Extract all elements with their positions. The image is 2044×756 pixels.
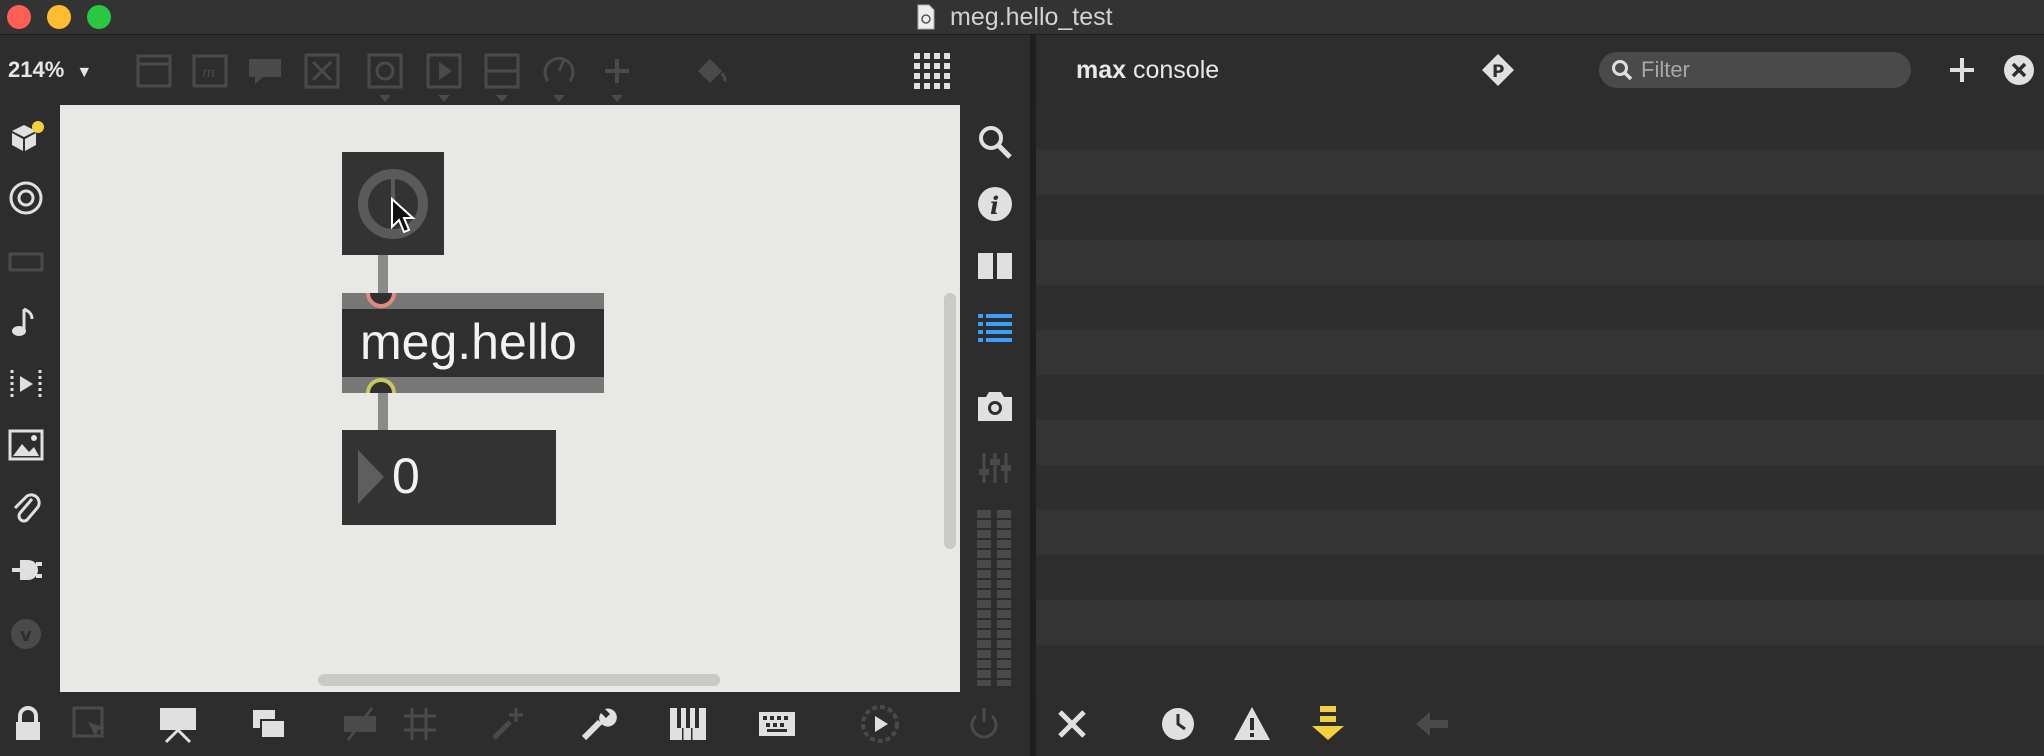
dial-object[interactable] (342, 152, 444, 255)
keyboard-icon[interactable] (757, 704, 797, 744)
number-triangle-icon (358, 450, 384, 504)
grid-icon[interactable] (400, 704, 440, 744)
image-icon[interactable] (8, 427, 44, 463)
vimeo-icon[interactable]: v (8, 616, 44, 652)
outlet-icon[interactable] (366, 377, 396, 393)
left-sidebar: v (0, 105, 60, 692)
inlet-icon[interactable] (366, 293, 396, 309)
layers-icon[interactable] (249, 704, 289, 744)
console-row (1036, 330, 2044, 375)
mixer-icon[interactable] (976, 449, 1014, 487)
console-message-list[interactable] (1036, 105, 2044, 692)
lock-icon[interactable] (8, 704, 48, 744)
button-icon[interactable] (365, 51, 405, 91)
number-value: 0 (392, 448, 420, 504)
paint-bucket-icon[interactable] (690, 51, 730, 91)
presentation-icon[interactable] (158, 704, 198, 744)
console-header: max console P Filter (1036, 35, 2044, 105)
patcher-bottom-toolbar (0, 692, 1030, 756)
package-icon[interactable] (8, 119, 44, 155)
bpatcher-icon[interactable] (134, 51, 174, 91)
clock-icon[interactable] (1158, 704, 1198, 744)
close-icon[interactable] (2002, 53, 2036, 87)
console-row (1036, 150, 2044, 195)
console-bottom-toolbar (1036, 692, 2044, 756)
warning-icon[interactable] (1232, 704, 1272, 744)
scroll-down-icon[interactable] (1308, 704, 1348, 744)
select-icon[interactable] (70, 704, 110, 744)
console-title-bold: max (1076, 56, 1127, 84)
patcher-canvas[interactable]: meg.hello 0 (60, 105, 960, 692)
dial-icon[interactable] (539, 51, 579, 91)
chevron-down-icon[interactable] (611, 95, 623, 102)
wrench-icon[interactable] (578, 704, 618, 744)
zoom-menu[interactable]: 214% ▼ (8, 35, 92, 105)
search-icon[interactable] (976, 123, 1014, 161)
slider-icon[interactable] (482, 51, 522, 91)
toggle-icon[interactable] (302, 51, 342, 91)
info-icon[interactable]: i (976, 185, 1014, 223)
camera-icon[interactable] (976, 387, 1014, 425)
object-box-meg-hello[interactable]: meg.hello (342, 293, 604, 393)
columns-icon[interactable] (976, 247, 1014, 285)
console-title-text: console (1133, 56, 1220, 84)
chevron-down-icon[interactable] (496, 95, 508, 102)
chevron-down-icon[interactable] (438, 95, 450, 102)
chevron-down-icon[interactable] (379, 95, 391, 102)
plus-icon[interactable] (597, 51, 637, 91)
right-palette: i (960, 105, 1030, 692)
svg-text:P: P (1492, 62, 1504, 82)
console-title: max console (1076, 35, 1219, 105)
console-row (1036, 420, 2044, 465)
patcher-toolbar: 214% ▼ m (0, 35, 1030, 105)
comment-icon[interactable] (245, 51, 285, 91)
filter-placeholder: Filter (1641, 57, 1690, 82)
file-icon (917, 4, 935, 30)
svg-text:m: m (202, 65, 215, 81)
console-row (1036, 600, 2044, 645)
add-icon[interactable] (488, 704, 528, 744)
clear-icon[interactable] (1052, 704, 1092, 744)
piano-icon[interactable] (668, 704, 708, 744)
search-icon (1612, 60, 1633, 81)
list-icon[interactable] (976, 309, 1014, 347)
paperclip-icon[interactable] (8, 489, 44, 525)
music-note-icon[interactable] (8, 305, 44, 341)
power-icon[interactable] (964, 704, 1004, 744)
console-row (1036, 240, 2044, 285)
zoom-level: 214% (8, 57, 65, 82)
grid-icon[interactable] (912, 51, 952, 91)
title-bar: meg.hello_test (0, 0, 2044, 35)
hide-icon[interactable] (340, 704, 380, 744)
audio-icon[interactable] (860, 704, 900, 744)
console-row (1036, 510, 2044, 555)
window-title: meg.hello_test (950, 3, 1113, 31)
chevron-down-icon[interactable] (553, 95, 565, 102)
minimize-window-button[interactable] (47, 5, 71, 29)
filter-input[interactable]: Filter (1599, 52, 1911, 88)
message-icon[interactable]: m (190, 51, 230, 91)
svg-text:v: v (20, 625, 32, 646)
chevron-down-icon: ▼ (76, 64, 93, 81)
video-icon[interactable] (8, 366, 44, 402)
svg-text:i: i (990, 191, 999, 220)
zoom-window-button[interactable] (87, 5, 111, 29)
level-meter-icon (977, 510, 1013, 686)
keyboard-icon[interactable] (8, 244, 44, 280)
vertical-scrollbar[interactable] (944, 293, 956, 549)
object-name: meg.hello (360, 314, 577, 370)
horizontal-scrollbar[interactable] (318, 674, 720, 686)
plug-icon[interactable] (8, 552, 44, 588)
number-box[interactable]: 0 (342, 430, 556, 525)
close-window-button[interactable] (7, 5, 31, 29)
p-diamond-icon[interactable]: P (1480, 52, 1516, 88)
back-arrow-icon[interactable] (1412, 704, 1452, 744)
target-icon[interactable] (8, 180, 44, 216)
add-icon[interactable] (1946, 54, 1978, 86)
play-icon[interactable] (424, 51, 464, 91)
mouse-cursor-icon (391, 197, 416, 234)
